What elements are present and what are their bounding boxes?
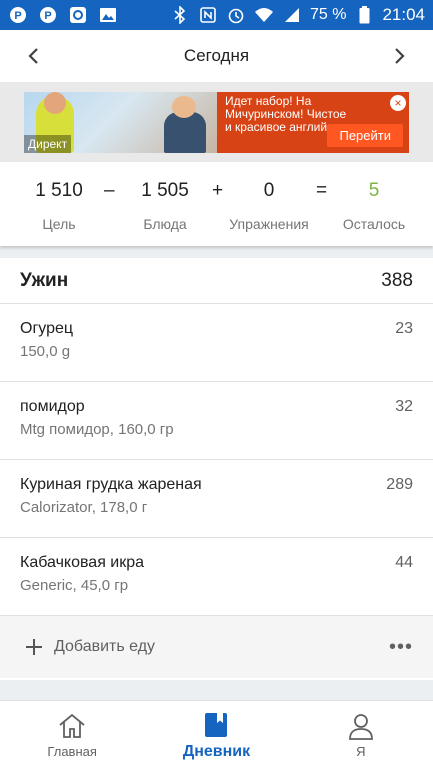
alarm-icon — [226, 5, 246, 25]
pinterest-icon: P — [8, 5, 28, 25]
status-bar: P P 75 % 21:04 — [0, 0, 433, 30]
meal-title: Ужин — [20, 269, 69, 291]
exercise-column: 0 Упражнения — [226, 180, 312, 232]
tab-diary[interactable]: Дневник — [144, 701, 288, 770]
ad-image: Директ — [24, 92, 217, 153]
calorie-summary: 1 510 Цель – 1 505 Блюда + 0 Упражнения … — [0, 162, 433, 246]
battery-percent: 75 % — [309, 6, 347, 23]
add-food-label: Добавить еду — [54, 638, 156, 655]
food-calories: 289 — [386, 476, 413, 493]
plus-operator: + — [212, 180, 224, 201]
date-header: Сегодня — [0, 30, 433, 82]
tab-home-label: Главная — [47, 744, 97, 759]
ad-container: Директ Идет набор! На Мичуринском! Чисто… — [0, 82, 433, 162]
food-column: 1 505 Блюда — [130, 180, 200, 232]
meal-section: Ужин 388 Огурец 150,0 g 23 помидор Mtg п… — [0, 258, 433, 680]
more-options-button[interactable]: ••• — [389, 636, 413, 659]
tab-diary-label: Дневник — [182, 742, 251, 760]
add-food-row: Добавить еду ••• — [0, 616, 433, 678]
remaining-column: 5 Осталось — [338, 180, 410, 232]
food-desc: Generic, 45,0 гр — [20, 577, 129, 594]
image-icon — [98, 5, 118, 25]
tab-profile[interactable]: Я — [289, 701, 433, 770]
food-calories: 23 — [395, 320, 413, 337]
ad-banner[interactable]: Директ Идет набор! На Мичуринском! Чисто… — [24, 92, 409, 153]
remaining-label: Осталось — [342, 216, 406, 232]
remaining-value: 5 — [368, 180, 380, 201]
food-calories: 44 — [395, 554, 413, 571]
fitness-app-icon — [68, 5, 88, 25]
svg-text:P: P — [14, 10, 21, 22]
exercise-value: 0 — [263, 180, 275, 201]
tab-profile-label: Я — [356, 744, 366, 759]
food-calories: 32 — [395, 398, 413, 415]
food-label: Блюда — [143, 216, 187, 232]
food-name: Огурец — [20, 320, 74, 337]
minus-operator: – — [104, 180, 115, 201]
ad-tag: Директ — [24, 135, 72, 153]
exercise-label: Упражнения — [229, 216, 309, 232]
home-icon — [59, 713, 85, 738]
svg-text:P: P — [44, 10, 51, 22]
food-value: 1 505 — [141, 180, 189, 201]
food-name: Куриная грудка жареная — [20, 476, 202, 493]
bluetooth-icon — [170, 5, 190, 25]
pinterest-icon: P — [38, 5, 58, 25]
food-item[interactable]: Куриная грудка жареная Calorizator, 178,… — [0, 460, 433, 538]
food-desc: Mtg помидор, 160,0 гр — [20, 421, 174, 438]
food-item[interactable]: Кабачковая икра Generic, 45,0 гр 44 — [0, 538, 433, 616]
food-desc: 150,0 g — [20, 343, 71, 360]
ad-close-button[interactable]: × — [390, 95, 406, 111]
battery-icon — [354, 5, 374, 25]
food-name: Кабачковая икра — [20, 554, 145, 571]
chevron-right-icon — [395, 48, 405, 64]
food-desc: Calorizator, 178,0 г — [20, 499, 148, 516]
chevron-left-icon — [28, 48, 38, 64]
page-title: Сегодня — [183, 46, 250, 65]
goal-column: 1 510 Цель — [24, 180, 94, 232]
tab-home[interactable]: Главная — [0, 701, 144, 770]
add-food-button[interactable]: Добавить еду — [20, 637, 155, 657]
previous-day-button[interactable] — [8, 30, 58, 82]
bottom-navigation: Главная Дневник Я — [0, 700, 433, 770]
next-day-button[interactable] — [375, 30, 425, 82]
signal-icon — [282, 5, 302, 25]
food-item[interactable]: Огурец 150,0 g 23 — [0, 304, 433, 382]
diary-icon — [205, 712, 228, 737]
ad-go-button[interactable]: Перейти — [327, 124, 403, 147]
meal-total-calories: 388 — [381, 269, 413, 291]
meal-header[interactable]: Ужин 388 — [0, 258, 433, 304]
plus-icon — [26, 639, 42, 655]
food-item[interactable]: помидор Mtg помидор, 160,0 гр 32 — [0, 382, 433, 460]
nfc-icon — [198, 5, 218, 25]
goal-value: 1 510 — [35, 180, 83, 201]
goal-label: Цель — [42, 216, 76, 232]
wifi-icon — [254, 5, 274, 25]
clock: 21:04 — [382, 5, 425, 24]
equals-operator: = — [316, 180, 328, 201]
food-name: помидор — [20, 398, 85, 415]
profile-icon — [348, 714, 373, 740]
